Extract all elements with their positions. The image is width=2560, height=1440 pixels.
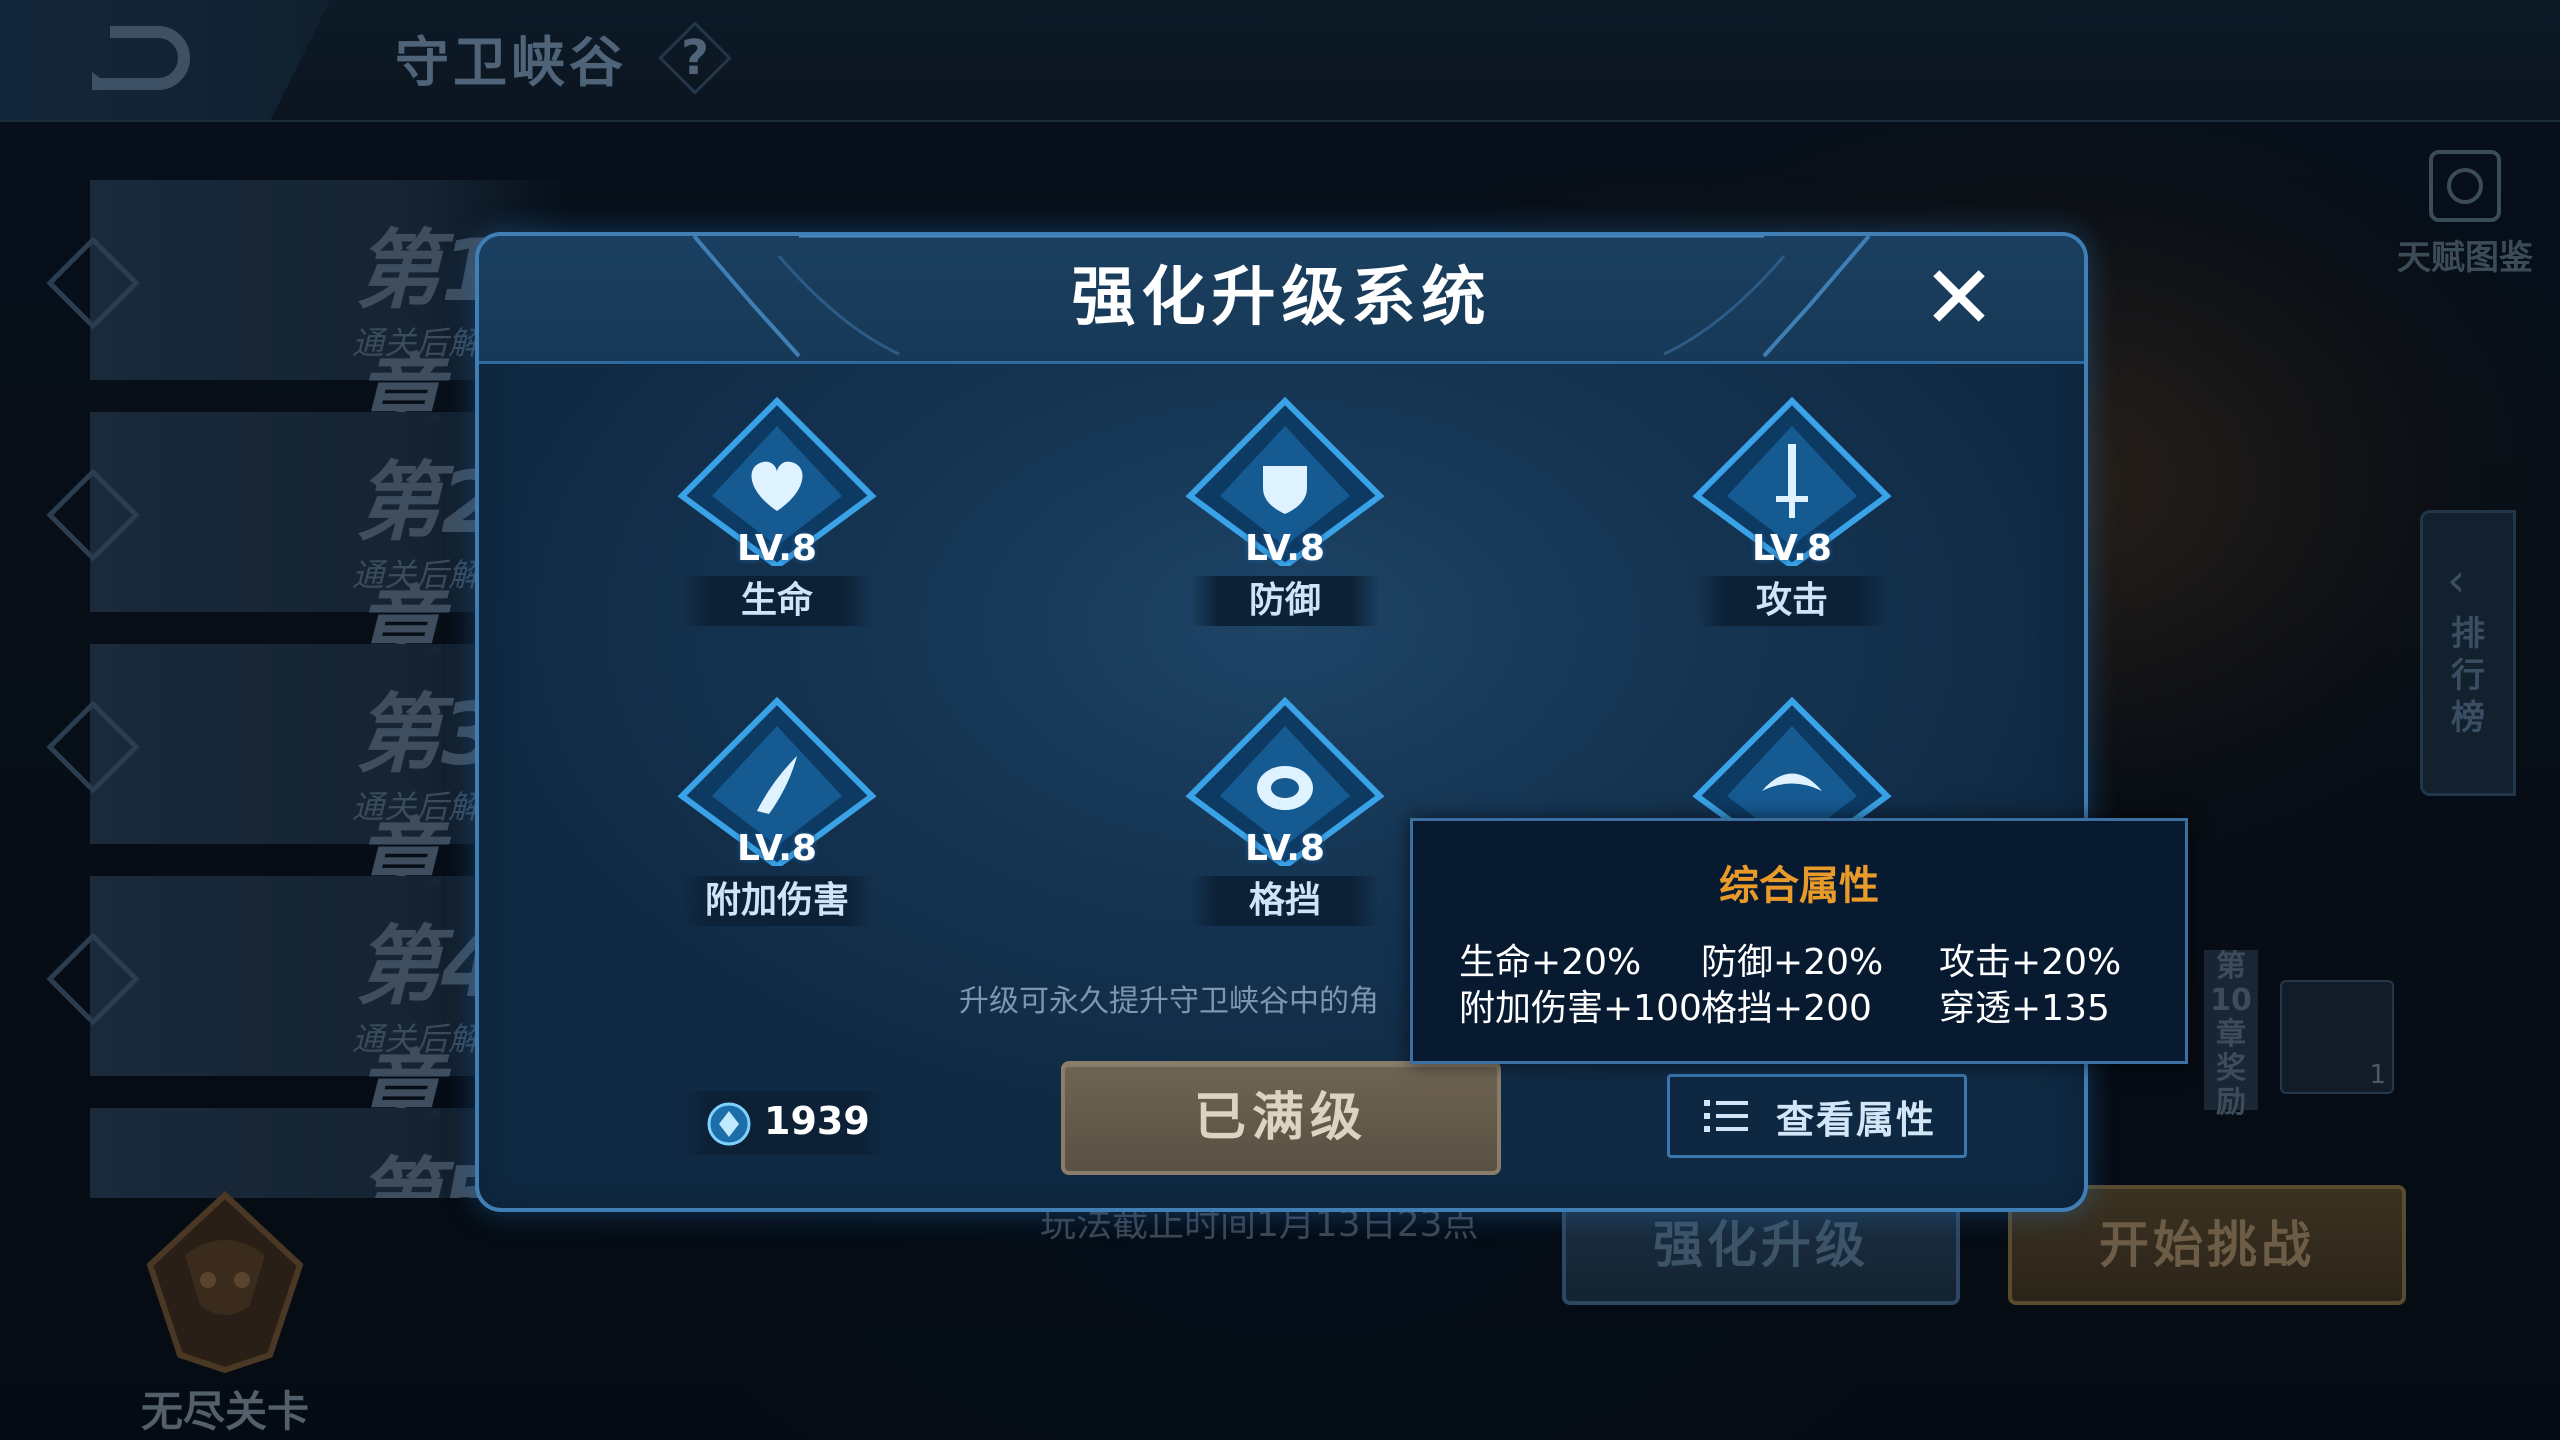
- close-icon: ✕: [1922, 246, 1996, 349]
- max-level-button[interactable]: 已满级: [1061, 1061, 1501, 1175]
- stat-attack: 攻击+20%: [1939, 942, 2122, 983]
- close-button[interactable]: ✕: [1919, 254, 1999, 342]
- skill-level: LV.8: [737, 828, 817, 869]
- top-bar: 守卫峡谷 ?: [0, 0, 2560, 122]
- upgrade-system-dialog: 强化升级系统 ✕ LV.8 生命 LV.8 防御 LV.8 攻击 LV.8 附加…: [475, 232, 2088, 1212]
- skill-name: 防御: [1190, 576, 1380, 626]
- skill-level: LV.8: [1245, 528, 1325, 569]
- skill-level: LV.8: [1752, 528, 1832, 569]
- skill-name: 攻击: [1697, 576, 1887, 626]
- stat-life: 生命+20%: [1459, 942, 1642, 983]
- talent-gallery-button[interactable]: 天赋图鉴: [2380, 150, 2550, 279]
- view-attributes-label: 查看属性: [1776, 1097, 1937, 1142]
- reward-tag: 第10章奖励: [2204, 950, 2258, 1120]
- skill-name: 格挡: [1190, 876, 1380, 926]
- skill-level: LV.8: [737, 528, 817, 569]
- page-title: 守卫峡谷: [395, 31, 627, 94]
- back-arrow-icon: [92, 26, 190, 90]
- stat-bonus-damage: 附加伤害+100: [1459, 988, 1702, 1029]
- dialog-title: 强化升级系统: [1071, 261, 1492, 335]
- stat-block: 格挡+200: [1701, 988, 1872, 1029]
- currency-amount: 1939: [764, 1099, 870, 1143]
- reward-count: 1: [2369, 1060, 2386, 1090]
- skill-name: 生命: [682, 576, 872, 626]
- attributes-tooltip: 综合属性 生命+20% 防御+20% 攻击+20% 附加伤害+100 格挡+20…: [1410, 818, 2188, 1064]
- endless-label: 无尽关卡: [140, 1387, 309, 1436]
- gallery-icon: [2429, 150, 2501, 222]
- back-button[interactable]: [0, 0, 330, 120]
- chapter-subtitle: 通关后解: [352, 556, 481, 594]
- leaderboard-tab[interactable]: ‹ 排行榜: [2420, 510, 2516, 796]
- reward-item[interactable]: 1: [2280, 980, 2394, 1094]
- chapter-subtitle: 通关后解: [352, 324, 481, 362]
- demon-mask-icon[interactable]: [130, 1185, 320, 1375]
- currency-display: 1939: [684, 1091, 884, 1155]
- skill-block[interactable]: LV.8 格挡: [1175, 696, 1395, 936]
- upgrade-hint: 升级可永久提升守卫峡谷中的角: [959, 984, 1379, 1019]
- leaderboard-label: 排行榜: [2451, 614, 2485, 738]
- view-attributes-button[interactable]: 查看属性: [1667, 1074, 1967, 1158]
- skill-defense[interactable]: LV.8 防御: [1175, 396, 1395, 636]
- chapter-subtitle: 通关后解: [352, 1020, 481, 1058]
- stat-defense: 防御+20%: [1701, 942, 1884, 983]
- chevron-left-icon: ‹: [2447, 553, 2466, 607]
- tooltip-title: 综合属性: [1719, 863, 1879, 909]
- skill-bonus-damage[interactable]: LV.8 附加伤害: [667, 696, 887, 936]
- list-icon: [1704, 1100, 1748, 1132]
- gem-coin-icon: [707, 1102, 751, 1146]
- skill-attack[interactable]: LV.8 攻击: [1682, 396, 1902, 636]
- skill-level: LV.8: [1245, 828, 1325, 869]
- help-icon[interactable]: ?: [665, 28, 725, 88]
- chapter-subtitle: 通关后解: [352, 788, 481, 826]
- stat-pierce: 穿透+135: [1939, 988, 2110, 1029]
- skill-name: 附加伤害: [682, 876, 872, 926]
- skill-life[interactable]: LV.8 生命: [667, 396, 887, 636]
- talent-label: 天赋图鉴: [2397, 238, 2533, 278]
